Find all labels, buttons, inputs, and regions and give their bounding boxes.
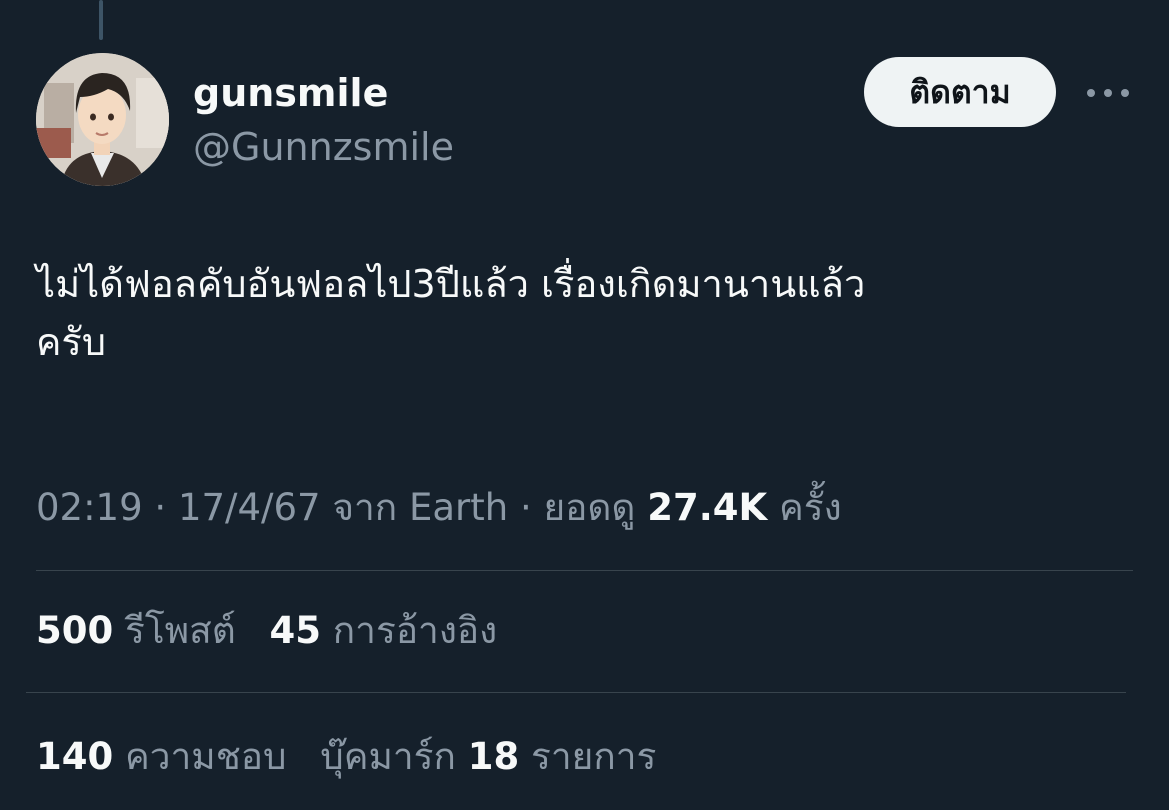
- source-prefix: จาก: [320, 486, 409, 529]
- ellipsis-icon: [1087, 89, 1129, 97]
- reposts-label: รีโพสต์: [113, 609, 236, 652]
- reposts-count: 500: [36, 609, 114, 652]
- divider: [36, 570, 1133, 571]
- quotes-count: 45: [269, 609, 322, 652]
- quotes-label: การอ้างอิง: [321, 609, 498, 652]
- likes-label: ความชอบ: [113, 735, 287, 778]
- bookmarks-suffix: รายการ: [519, 735, 657, 778]
- more-options-button[interactable]: [1080, 75, 1136, 111]
- views-suffix: ครั้ง: [767, 486, 842, 529]
- tweet-metadata: 02:19 · 17/4/67 จาก Earth · ยอดดู 27.4K …: [36, 484, 842, 532]
- bookmarks-stat[interactable]: บุ๊คมาร์ก 18 รายการ: [320, 735, 656, 778]
- meta-separator: ·: [142, 486, 178, 529]
- author-display-name[interactable]: gunsmile: [193, 70, 388, 116]
- tweet-date[interactable]: 17/4/67: [178, 486, 321, 529]
- reposts-stat[interactable]: 500 รีโพสต์: [36, 609, 236, 652]
- bookmarks-count: 18: [467, 735, 520, 778]
- tweet-text-line: ครับ: [36, 320, 106, 364]
- follow-button[interactable]: ติดตาม: [864, 57, 1056, 127]
- tweet-time[interactable]: 02:19: [36, 486, 143, 529]
- avatar-illustration: [36, 53, 169, 186]
- views-count[interactable]: 27.4K: [647, 486, 767, 529]
- engagement-stats-row: 140 ความชอบ บุ๊คมาร์ก 18 รายการ: [36, 733, 678, 781]
- divider: [26, 692, 1126, 693]
- bookmarks-label: บุ๊คมาร์ก: [320, 735, 468, 778]
- tweet-source: Earth: [408, 486, 509, 529]
- views-label: ยอดดู: [543, 486, 648, 529]
- tweet-text-line: ไม่ได้ฟอลคับอันฟอลไป3ปีแล้ว เรื่องเกิดมา…: [36, 262, 866, 306]
- likes-stat[interactable]: 140 ความชอบ: [36, 735, 287, 778]
- author-handle[interactable]: @Gunnzsmile: [193, 124, 454, 170]
- tweet-text: ไม่ได้ฟอลคับอันฟอลไป3ปีแล้ว เรื่องเกิดมา…: [36, 255, 1126, 371]
- meta-separator: ·: [508, 486, 544, 529]
- quotes-stat[interactable]: 45 การอ้างอิง: [270, 609, 498, 652]
- thread-connector-line: [99, 0, 103, 40]
- engagement-stats-row: 500 รีโพสต์ 45 การอ้างอิง: [36, 607, 519, 655]
- avatar[interactable]: [36, 53, 169, 186]
- likes-count: 140: [36, 735, 114, 778]
